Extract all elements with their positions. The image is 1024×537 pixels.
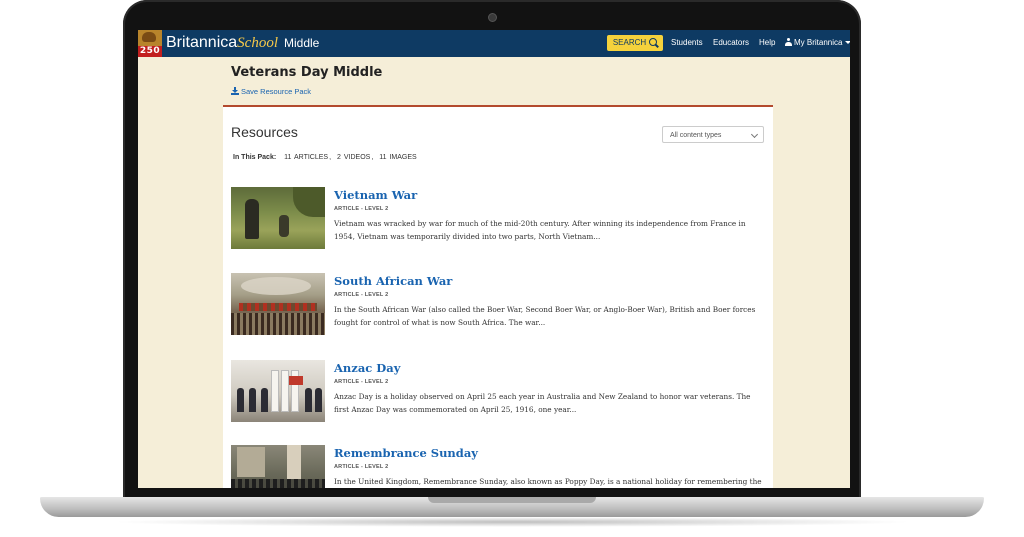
list-item: Anzac Day ARTICLE - LEVEL 2 Anzac Day is… <box>231 360 766 430</box>
browser-screen: 250 BritannicaSchool Middle SEARCH Studen… <box>138 30 850 488</box>
videos-label: VIDEOS <box>343 154 371 161</box>
articles-count: 11 <box>284 154 292 161</box>
camera-icon <box>488 13 497 22</box>
images-count: 11 <box>379 154 387 161</box>
search-button[interactable]: SEARCH <box>607 35 663 51</box>
user-icon <box>785 38 792 46</box>
my-britannica-menu[interactable]: My Britannica <box>785 38 850 48</box>
my-britannica-label: My Britannica <box>794 38 843 47</box>
south-african-war-thumbnail[interactable] <box>231 273 325 335</box>
item-title-link[interactable]: South African War <box>334 274 452 288</box>
save-resource-pack-label: Save Resource Pack <box>241 87 312 96</box>
save-resource-pack-link[interactable]: Save Resource Pack <box>231 87 311 96</box>
content-type-selected: All content types <box>670 132 722 139</box>
item-description: Anzac Day is a holiday observed on April… <box>334 392 751 414</box>
resources-panel: Resources All content types In This Pack… <box>223 105 773 488</box>
list-item: South African War ARTICLE - LEVEL 2 In t… <box>231 273 766 343</box>
list-item: Vietnam War ARTICLE - LEVEL 2 Vietnam wa… <box>231 187 766 257</box>
resources-heading: Resources <box>231 124 298 140</box>
anniversary-logo[interactable]: 250 <box>138 30 162 57</box>
chevron-down-icon <box>750 130 759 139</box>
item-description: In the South African War (also called th… <box>334 305 756 327</box>
download-icon <box>231 87 239 95</box>
item-description: Vietnam was wracked by war for much of t… <box>334 219 746 241</box>
laptop-shadow <box>110 517 914 527</box>
nav-educators[interactable]: Educators <box>713 38 749 48</box>
laptop-notch <box>428 497 596 503</box>
anzac-day-thumbnail[interactable] <box>231 360 325 422</box>
site-header: 250 BritannicaSchool Middle SEARCH Studen… <box>138 30 850 57</box>
vietnam-war-thumbnail[interactable] <box>231 187 325 249</box>
pack-label: In This Pack: <box>233 154 277 161</box>
brand-level: Middle <box>283 36 320 50</box>
brand-school: School <box>237 35 278 51</box>
item-title-link[interactable]: Anzac Day <box>334 361 400 375</box>
brand-name: Britannica <box>166 34 238 51</box>
thistle-icon <box>142 32 156 42</box>
item-meta: ARTICLE - LEVEL 2 <box>334 292 389 298</box>
remembrance-sunday-thumbnail[interactable] <box>231 445 325 488</box>
page-title: Veterans Day Middle <box>231 65 383 80</box>
item-meta: ARTICLE - LEVEL 2 <box>334 206 389 212</box>
images-label: IMAGES <box>389 154 417 161</box>
item-description: In the United Kingdom, Remembrance Sunda… <box>334 477 762 486</box>
item-title-link[interactable]: Remembrance Sunday <box>334 446 478 460</box>
videos-count: 2 <box>337 154 341 161</box>
nav-students[interactable]: Students <box>671 38 703 48</box>
caret-down-icon <box>845 41 850 44</box>
search-label: SEARCH <box>612 38 647 47</box>
search-icon <box>649 38 658 46</box>
list-item: Remembrance Sunday ARTICLE - LEVEL 2 In … <box>231 445 766 488</box>
item-meta: ARTICLE - LEVEL 2 <box>334 464 389 470</box>
pack-summary: In This Pack: 11 ARTICLES, 2 VIDEOS, 11 … <box>233 154 417 161</box>
item-meta: ARTICLE - LEVEL 2 <box>334 379 389 385</box>
brand-logo[interactable]: BritannicaSchool Middle <box>166 34 319 52</box>
nav-help[interactable]: Help <box>759 38 775 48</box>
content-type-select[interactable]: All content types <box>662 126 764 143</box>
articles-label: ARTICLES <box>293 154 329 161</box>
item-title-link[interactable]: Vietnam War <box>334 188 417 202</box>
anniversary-number: 250 <box>138 46 162 57</box>
